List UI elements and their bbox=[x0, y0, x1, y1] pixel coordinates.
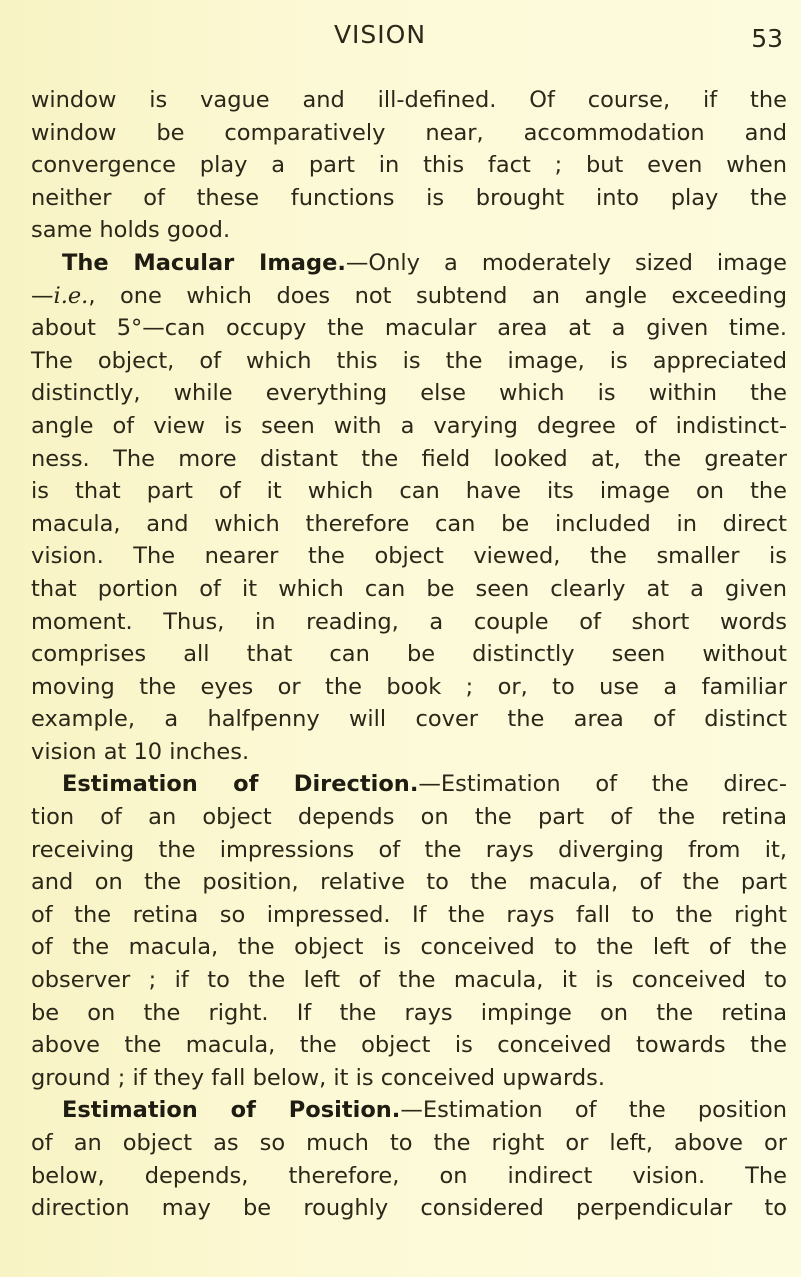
text-line: direction may be roughly considered perp… bbox=[31, 1192, 787, 1225]
line-text: receiving the impressions of the rays di… bbox=[31, 836, 787, 863]
text-line: vision. The nearer the object viewed, th… bbox=[31, 540, 787, 573]
line-text: vision at 10 inches. bbox=[31, 738, 250, 765]
line-text: angle of view is seen with a varying deg… bbox=[31, 412, 787, 439]
line-text: vision. The nearer the object viewed, th… bbox=[31, 543, 787, 570]
line-text: comprises all that can be distinctly see… bbox=[31, 641, 787, 668]
text-line: above the macula, the object is conceive… bbox=[31, 1029, 787, 1062]
text-line: be on the right. If the rays impinge on … bbox=[31, 997, 787, 1030]
text-line: below, depends, therefore, on indirect v… bbox=[31, 1160, 787, 1193]
line-text: of the macula, the object is conceived t… bbox=[31, 934, 787, 961]
section-heading-line: Estimation of Direction.—Estimation of t… bbox=[31, 768, 787, 801]
line-text: of an object as so much to the right or … bbox=[31, 1130, 787, 1156]
text-line: distinctly, while everything else which … bbox=[31, 377, 787, 410]
line-text: ness. The more distant the field looked … bbox=[31, 445, 787, 472]
line-text: moment. Thus, in reading, a couple of sh… bbox=[31, 608, 787, 635]
line-text: below, depends, therefore, on indirect v… bbox=[31, 1162, 787, 1189]
line-text: moving the eyes or the book ; or, to use… bbox=[31, 673, 787, 700]
line-text: observer ; if to the left of the macula,… bbox=[31, 967, 787, 994]
italic-abbreviation: i.e. bbox=[53, 282, 89, 309]
text-line: of the macula, the object is conceived t… bbox=[31, 931, 787, 964]
line-text: direction may be roughly considered perp… bbox=[31, 1195, 787, 1222]
text-line: window be comparatively near, accommodat… bbox=[31, 117, 787, 150]
text-line: same holds good. bbox=[31, 214, 787, 247]
text-line: convergence play a part in this fact ; b… bbox=[31, 149, 787, 182]
text-line: macula, and which therefore can be inclu… bbox=[31, 508, 787, 541]
line-text: —Only a moderately sized image bbox=[345, 249, 787, 276]
section-heading: Estimation of Position. bbox=[62, 1097, 401, 1124]
line-text: same holds good. bbox=[31, 217, 231, 244]
line-text: macula, and which therefore can be inclu… bbox=[31, 510, 787, 537]
text-line: about 5°—can occupy the macular area at … bbox=[31, 312, 787, 345]
text-line: comprises all that can be distinctly see… bbox=[31, 638, 787, 671]
text-line: of the retina so impressed. If the rays … bbox=[31, 899, 787, 932]
line-text: , one which does not subtend an angle ex… bbox=[88, 282, 787, 309]
text-line: and on the position, relative to the mac… bbox=[31, 866, 787, 899]
line-text: distinctly, while everything else which … bbox=[31, 380, 787, 407]
running-head: VISION 53 bbox=[0, 16, 801, 56]
running-title: VISION bbox=[333, 20, 427, 49]
text-line: receiving the impressions of the rays di… bbox=[31, 834, 787, 867]
text-line: example, a halfpenny will cover the area… bbox=[31, 703, 787, 736]
line-text: —Estimation of the position bbox=[400, 1097, 787, 1124]
line-text: of the retina so impressed. If the rays … bbox=[31, 901, 787, 928]
line-text: window be comparatively near, accommodat… bbox=[31, 119, 787, 146]
text-line: is that part of it which can have its im… bbox=[31, 475, 787, 508]
book-page: VISION 53 window is vague and ill-define… bbox=[0, 0, 801, 1277]
line-text: The object, of which this is the image, … bbox=[31, 347, 787, 374]
text-line: of an object as so much to the right or … bbox=[31, 1127, 787, 1160]
text-line: moment. Thus, in reading, a couple of sh… bbox=[31, 606, 787, 639]
section-heading: Estimation of Direction. bbox=[62, 771, 419, 798]
line-text: —Estimation of the direc- bbox=[418, 771, 787, 798]
line-text: example, a halfpenny will cover the area… bbox=[31, 706, 787, 733]
text-line: —i.e., one which does not subtend an ang… bbox=[31, 280, 787, 313]
line-text: above the macula, the object is conceive… bbox=[31, 1032, 787, 1059]
text-line: moving the eyes or the book ; or, to use… bbox=[31, 671, 787, 704]
line-text: about 5°—can occupy the macular area at … bbox=[31, 315, 787, 342]
line-text: is that part of it which can have its im… bbox=[31, 478, 787, 505]
text-line: The object, of which this is the image, … bbox=[31, 345, 787, 378]
line-text: convergence play a part in this fact ; b… bbox=[31, 152, 787, 179]
line-text: that portion of it which can be seen cle… bbox=[31, 575, 787, 602]
text-line: window is vague and ill-defined. Of cour… bbox=[31, 84, 787, 117]
text-line: vision at 10 inches. bbox=[31, 736, 787, 769]
line-text: ground ; if they fall below, it is conce… bbox=[31, 1064, 605, 1091]
section-heading: The Macular Image. bbox=[62, 249, 346, 276]
text-line: that portion of it which can be seen cle… bbox=[31, 573, 787, 606]
section-heading-line: The Macular Image.—Only a moderately siz… bbox=[31, 247, 787, 280]
text-line: neither of these functions is brought in… bbox=[31, 182, 787, 215]
section-heading-line: Estimation of Position.—Estimation of th… bbox=[31, 1094, 787, 1127]
line-text: and on the position, relative to the mac… bbox=[31, 869, 787, 896]
text-line: observer ; if to the left of the macula,… bbox=[31, 964, 787, 997]
dash: — bbox=[31, 282, 54, 309]
body-text: window is vague and ill-defined. Of cour… bbox=[31, 84, 787, 1225]
text-line: ness. The more distant the field looked … bbox=[31, 443, 787, 476]
line-text: window is vague and ill-defined. Of cour… bbox=[31, 87, 787, 113]
line-text: tion of an object depends on the part of… bbox=[31, 804, 787, 831]
text-line: angle of view is seen with a varying deg… bbox=[31, 410, 787, 443]
line-text: neither of these functions is brought in… bbox=[31, 184, 787, 211]
page-number: 53 bbox=[751, 24, 783, 53]
line-text: be on the right. If the rays impinge on … bbox=[31, 999, 787, 1026]
text-line: ground ; if they fall below, it is conce… bbox=[31, 1062, 787, 1095]
text-line: tion of an object depends on the part of… bbox=[31, 801, 787, 834]
